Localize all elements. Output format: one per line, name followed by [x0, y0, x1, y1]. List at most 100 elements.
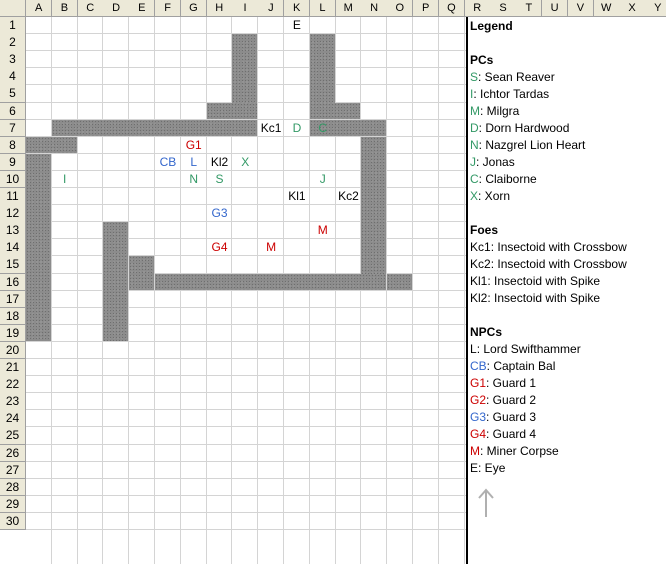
row-header-19[interactable]: 19: [0, 324, 26, 343]
column-header-f[interactable]: F: [155, 0, 182, 17]
column-header-c[interactable]: C: [77, 0, 104, 17]
legend-description: : Guard 4: [486, 427, 537, 441]
gridline-horizontal: [26, 340, 466, 342]
row-header-20[interactable]: 20: [0, 341, 26, 360]
row-header-13[interactable]: 13: [0, 222, 26, 240]
column-header-y[interactable]: Y: [645, 0, 666, 17]
column-header-b[interactable]: B: [51, 0, 79, 17]
column-header-v[interactable]: V: [567, 0, 595, 17]
column-header-w[interactable]: W: [593, 0, 620, 17]
map-token: Kl2: [210, 154, 229, 169]
legend-description: : Guard 1: [486, 376, 537, 390]
row-header-28[interactable]: 28: [0, 478, 26, 497]
gridline-horizontal: [26, 460, 466, 462]
row-header-27[interactable]: 27: [0, 461, 26, 480]
legend-key: Kc1: [470, 240, 491, 254]
row-header-25[interactable]: 25: [0, 427, 26, 445]
gridline-horizontal: [26, 323, 466, 325]
select-all-corner[interactable]: [0, 0, 26, 17]
row-header-2[interactable]: 2: [0, 34, 26, 52]
gridline-horizontal: [26, 135, 466, 137]
map-token: Kc1: [260, 120, 282, 135]
row-header-17[interactable]: 17: [0, 290, 26, 309]
row-header-4[interactable]: 4: [0, 68, 26, 86]
legend-description: : Insectoid with Crossbow: [490, 257, 627, 271]
legend-description: : Insectoid with Spike: [487, 274, 601, 288]
legend-key: L: [470, 342, 477, 356]
row-header-6[interactable]: 6: [0, 102, 26, 121]
row-header-29[interactable]: 29: [0, 495, 26, 514]
column-header-i[interactable]: I: [232, 0, 259, 17]
row-header-12[interactable]: 12: [0, 205, 26, 223]
row-header-18[interactable]: 18: [0, 307, 26, 326]
gridline-horizontal: [26, 443, 466, 445]
map-token: Kc2: [338, 189, 359, 203]
legend-description: : Guard 2: [486, 393, 537, 407]
column-header-o[interactable]: O: [387, 0, 414, 17]
column-header-e[interactable]: E: [129, 0, 156, 17]
legend-description: : Eye: [478, 461, 506, 475]
npc-legend-item: L: Lord Swifthammer: [470, 341, 581, 358]
row-header-8[interactable]: 8: [0, 136, 26, 155]
row-header-21[interactable]: 21: [0, 359, 26, 377]
column-header-l[interactable]: L: [309, 0, 337, 17]
row-header-22[interactable]: 22: [0, 376, 26, 394]
pc-legend-item: C: Claiborne: [470, 171, 537, 188]
gridline-horizontal: [26, 392, 466, 394]
row-header-14[interactable]: 14: [0, 239, 26, 257]
legend-description: : Milgra: [480, 104, 520, 118]
up-arrow-icon: [478, 488, 494, 517]
gridline-horizontal: [26, 358, 466, 359]
wall-block: [309, 102, 361, 119]
map-token: M: [266, 240, 277, 255]
map-token: L: [190, 154, 198, 169]
map-token: J: [319, 171, 326, 186]
row-header-15[interactable]: 15: [0, 256, 26, 274]
legend-key: S: [470, 70, 479, 84]
row-header-16[interactable]: 16: [0, 273, 26, 292]
column-header-s[interactable]: S: [490, 0, 517, 17]
column-header-m[interactable]: M: [335, 0, 362, 17]
column-header-g[interactable]: G: [180, 0, 208, 17]
wall-block: [155, 273, 387, 290]
row-header-30[interactable]: 30: [0, 512, 26, 531]
row-header-26[interactable]: 26: [0, 444, 26, 463]
column-header-a[interactable]: A: [26, 0, 53, 17]
legend-description: : Ichtor Tardas: [473, 87, 550, 101]
legend-description: : Lord Swifthammer: [476, 342, 581, 356]
row-header-7[interactable]: 7: [0, 119, 26, 138]
column-header-n[interactable]: N: [361, 0, 388, 17]
row-header-1[interactable]: 1: [0, 17, 26, 35]
column-header-r[interactable]: R: [464, 0, 491, 17]
gridline-horizontal: [26, 494, 466, 496]
legend-divider: [466, 17, 468, 564]
legend-key: X: [470, 189, 479, 203]
row-header-9[interactable]: 9: [0, 153, 26, 172]
column-header-p[interactable]: P: [413, 0, 440, 17]
legend-description: : Claiborne: [478, 172, 537, 186]
column-header-q[interactable]: Q: [438, 0, 466, 17]
legend-key: CB: [470, 359, 487, 373]
row-header-3[interactable]: 3: [0, 51, 26, 69]
column-header-x[interactable]: X: [619, 0, 646, 17]
column-header-t[interactable]: T: [516, 0, 543, 17]
column-header-j[interactable]: J: [258, 0, 285, 17]
column-header-d[interactable]: D: [103, 0, 130, 17]
row-header-23[interactable]: 23: [0, 393, 26, 411]
gridline-horizontal: [26, 204, 466, 206]
row-header-24[interactable]: 24: [0, 410, 26, 428]
column-header-h[interactable]: H: [206, 0, 233, 17]
gridline-horizontal: [26, 289, 466, 291]
row-header-10[interactable]: 10: [0, 170, 26, 189]
npc-legend-item: G4: Guard 4: [470, 426, 536, 443]
pc-legend-item: S: Sean Reaver: [470, 69, 555, 86]
row-header-11[interactable]: 11: [0, 188, 26, 206]
map-token: G3: [211, 206, 228, 221]
column-header-k[interactable]: K: [284, 0, 311, 17]
row-header-5[interactable]: 5: [0, 85, 26, 103]
legend-pcs-heading: PCs: [470, 53, 494, 67]
gridline-horizontal: [26, 187, 466, 188]
legend-key: Kc2: [470, 257, 491, 271]
pc-legend-item: N: Nazgrel Lion Heart: [470, 137, 585, 154]
column-header-u[interactable]: U: [542, 0, 569, 17]
